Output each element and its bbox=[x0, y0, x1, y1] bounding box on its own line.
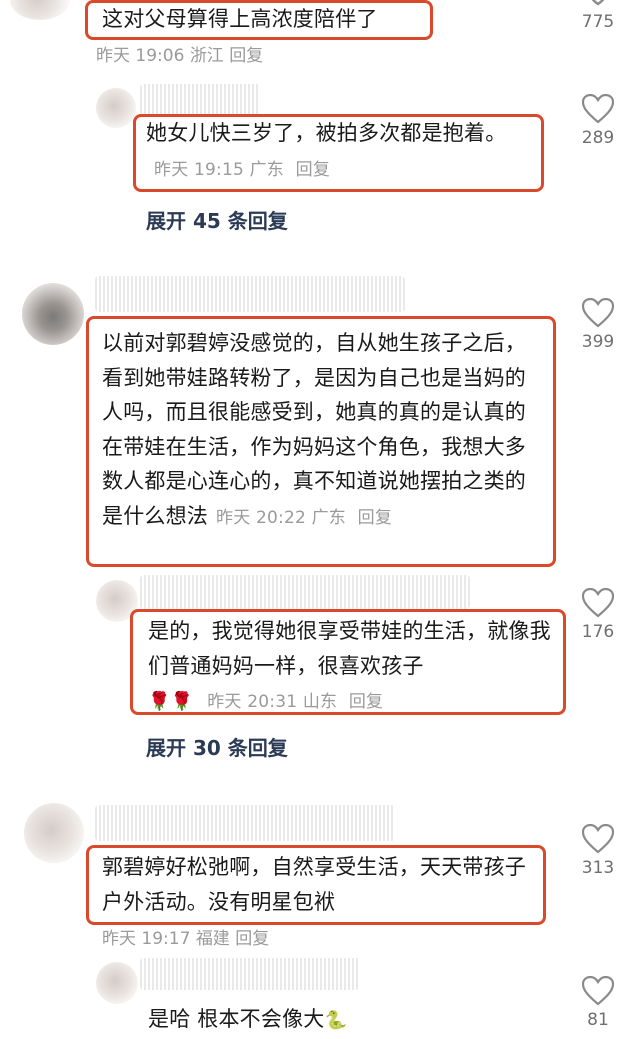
comment-meta: 昨天 20:22 广东 回复 bbox=[216, 508, 392, 528]
comment-text: 郭碧婷好松弛啊，自然享受生活，天天带孩子户外活动。没有明星包袱 bbox=[102, 855, 526, 914]
comment-meta: 昨天 20:31 山东 回复 bbox=[207, 692, 383, 712]
like-count: 775 bbox=[581, 12, 615, 32]
comment-time: 昨天 20:31 bbox=[207, 692, 298, 712]
like-button[interactable]: 313 bbox=[570, 824, 626, 878]
comment-text: 她女儿快三岁了，被拍多次都是抱着。昨天 19:15 广东 回复 bbox=[146, 121, 507, 180]
expand-replies-button[interactable]: 展开 45 条回复 bbox=[146, 205, 288, 234]
comment-text: 以前对郭碧婷没感觉的，自从她生孩子之后，看到她带娃路转粉了，是因为自己也是当妈的… bbox=[102, 331, 526, 528]
username bbox=[95, 276, 405, 312]
avatar[interactable] bbox=[96, 88, 136, 128]
heart-outline-icon bbox=[582, 588, 614, 618]
heart-outline-icon bbox=[582, 94, 614, 124]
heart-outline-icon bbox=[591, 0, 605, 6]
comment-location: 广东 bbox=[249, 159, 285, 180]
comment-location: 广东 bbox=[311, 507, 347, 528]
heart-outline-icon bbox=[582, 298, 614, 328]
like-button[interactable]: 81 bbox=[570, 976, 626, 1030]
like-count: 176 bbox=[581, 622, 615, 642]
comment-time: 昨天 19:06 bbox=[96, 46, 185, 66]
username bbox=[140, 84, 260, 116]
reply-button[interactable]: 回复 bbox=[235, 929, 269, 949]
comment-location: 浙江 bbox=[189, 46, 224, 66]
like-count: 81 bbox=[587, 1010, 609, 1030]
avatar[interactable] bbox=[24, 803, 84, 863]
comment-time: 昨天 19:17 bbox=[102, 929, 191, 949]
like-count: 399 bbox=[581, 332, 615, 352]
like-count: 313 bbox=[581, 858, 615, 878]
reply-button[interactable]: 回复 bbox=[358, 508, 392, 528]
like-button[interactable]: 289 bbox=[570, 94, 626, 148]
expand-replies-button[interactable]: 展开 30 条回复 bbox=[146, 732, 288, 761]
comment-text: 这对父母算得上高浓度陪伴了 bbox=[102, 7, 378, 31]
comment-meta: 昨天 19:06 浙江 回复 bbox=[96, 41, 263, 66]
heart-outline-icon bbox=[582, 976, 614, 1006]
like-button[interactable]: 775 bbox=[570, 0, 626, 32]
comment-time: 昨天 19:15 bbox=[154, 159, 244, 180]
username bbox=[95, 805, 395, 841]
rose-emoji: 🌹🌹 bbox=[148, 691, 194, 712]
username bbox=[140, 958, 360, 990]
comment-meta: 昨天 19:17 福建 回复 bbox=[102, 924, 269, 949]
reply-button[interactable]: 回复 bbox=[349, 692, 383, 712]
like-button[interactable]: 399 bbox=[570, 298, 626, 352]
avatar[interactable] bbox=[22, 283, 84, 345]
like-count: 289 bbox=[581, 128, 615, 148]
snake-emoji: 🐍 bbox=[324, 1010, 348, 1031]
comment-location: 山东 bbox=[302, 692, 338, 712]
username bbox=[140, 575, 470, 609]
comment-time: 昨天 20:22 bbox=[216, 507, 306, 528]
reply-button[interactable]: 回复 bbox=[229, 46, 263, 66]
comment-meta: 昨天 19:15 广东 回复 bbox=[154, 160, 330, 180]
comment-location: 福建 bbox=[195, 929, 230, 949]
like-button[interactable]: 176 bbox=[570, 588, 626, 642]
avatar[interactable] bbox=[10, 0, 70, 20]
comment-text: 是哈 根本不会像大🐍 bbox=[148, 1002, 347, 1039]
avatar[interactable] bbox=[96, 962, 138, 1004]
reply-button[interactable]: 回复 bbox=[296, 160, 330, 180]
heart-outline-icon bbox=[582, 824, 614, 854]
comment-text: 是的，我觉得她很享受带娃的生活，就像我们普通妈妈一样，很喜欢孩子 🌹🌹 昨天 20… bbox=[148, 614, 558, 720]
